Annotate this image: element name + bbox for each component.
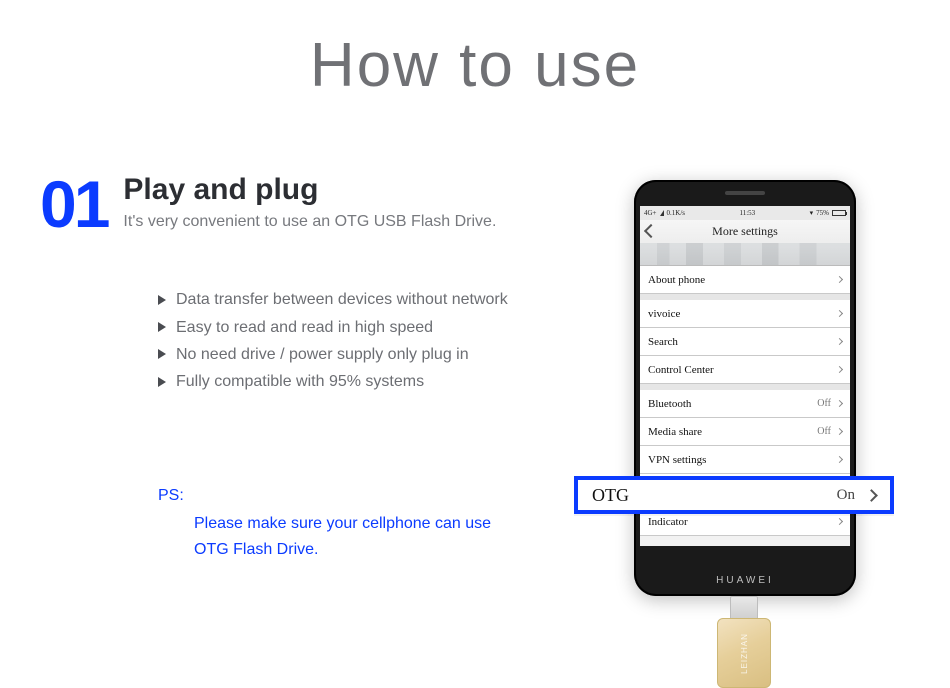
chevron-right-icon	[836, 338, 843, 345]
signal-4g-text: 4G+	[644, 209, 657, 217]
settings-row-control-center[interactable]: Control Center	[640, 356, 850, 384]
phone-header-title: More settings	[640, 224, 850, 239]
bullet-text: Data transfer between devices without ne…	[176, 286, 508, 313]
usb-brand-text: LEIZHAN	[739, 633, 748, 674]
step-text-block: Play and plug It's very convenient to us…	[123, 175, 496, 231]
settings-row-media-share[interactable]: Media share Off	[640, 418, 850, 446]
triangle-icon	[158, 377, 166, 387]
row-label: Search	[648, 336, 678, 348]
row-label: Media share	[648, 426, 702, 438]
otg-callout-value: On	[837, 487, 855, 504]
step-header: 01 Play and plug It's very convenient to…	[40, 175, 570, 234]
step-subtitle: It's very convenient to use an OTG USB F…	[123, 213, 496, 231]
bullet-item: No need drive / power supply only plug i…	[158, 341, 570, 368]
row-label: About phone	[648, 274, 705, 286]
row-label: Indicator	[648, 516, 688, 528]
chevron-right-icon	[836, 366, 843, 373]
row-value: Off	[817, 398, 831, 409]
settings-row-about-phone[interactable]: About phone	[640, 266, 850, 294]
bullet-list: Data transfer between devices without ne…	[40, 286, 570, 395]
left-column: 01 Play and plug It's very convenient to…	[40, 175, 570, 562]
row-label: VPN settings	[648, 454, 706, 466]
chevron-right-icon	[836, 310, 843, 317]
otg-callout: OTG On	[574, 476, 894, 514]
usb-plug	[730, 596, 758, 620]
bullet-text: Easy to read and read in high speed	[176, 314, 433, 341]
wifi-icon: ▾	[810, 209, 814, 217]
chevron-right-icon	[836, 428, 843, 435]
phone-nav-header: More settings	[640, 220, 850, 266]
row-label: Bluetooth	[648, 398, 691, 410]
battery-icon	[832, 210, 846, 216]
settings-row-search[interactable]: Search	[640, 328, 850, 356]
phone-mockup: 4G+ 0.1K/s 11:53 ▾ 75% More settings Abo…	[634, 180, 856, 596]
chevron-right-icon	[836, 276, 843, 283]
header-cityscape-bg	[640, 243, 850, 265]
signal-icon	[660, 210, 664, 216]
page-title: How to use	[0, 0, 950, 101]
phone-earpiece	[725, 191, 765, 195]
bullet-text: No need drive / power supply only plug i…	[176, 341, 469, 368]
usb-body: LEIZHAN	[717, 618, 771, 688]
triangle-icon	[158, 295, 166, 305]
ps-label: PS:	[158, 487, 570, 505]
phone-statusbar: 4G+ 0.1K/s 11:53 ▾ 75%	[640, 206, 850, 220]
settings-row-vpn-settings[interactable]: VPN settings	[640, 446, 850, 474]
settings-row-vivoice[interactable]: vivoice	[640, 294, 850, 328]
battery-text: 75%	[816, 209, 829, 217]
chevron-right-icon	[836, 456, 843, 463]
bullet-item: Fully compatible with 95% systems	[158, 368, 570, 395]
triangle-icon	[158, 349, 166, 359]
net-speed: 0.1K/s	[667, 209, 685, 217]
row-label: vivoice	[648, 308, 680, 320]
ps-text: Please make sure your cellphone can use …	[158, 511, 518, 562]
row-label: Control Center	[648, 364, 714, 376]
chevron-right-icon	[865, 489, 878, 502]
row-value: Off	[817, 426, 831, 437]
step-number: 01	[40, 175, 107, 234]
otg-callout-label: OTG	[592, 485, 629, 506]
status-right: ▾ 75%	[810, 209, 846, 217]
phone-brand: HUAWEI	[634, 575, 856, 586]
status-time: 11:53	[739, 209, 755, 217]
chevron-right-icon	[836, 400, 843, 407]
usb-flash-drive: LEIZHAN	[717, 596, 771, 686]
triangle-icon	[158, 322, 166, 332]
bullet-item: Data transfer between devices without ne…	[158, 286, 570, 313]
settings-row-bluetooth[interactable]: Bluetooth Off	[640, 384, 850, 418]
bullet-item: Easy to read and read in high speed	[158, 314, 570, 341]
ps-block: PS: Please make sure your cellphone can …	[40, 487, 570, 562]
step-title: Play and plug	[123, 175, 496, 205]
status-left: 4G+ 0.1K/s	[644, 209, 685, 217]
chevron-right-icon	[836, 518, 843, 525]
bullet-text: Fully compatible with 95% systems	[176, 368, 424, 395]
